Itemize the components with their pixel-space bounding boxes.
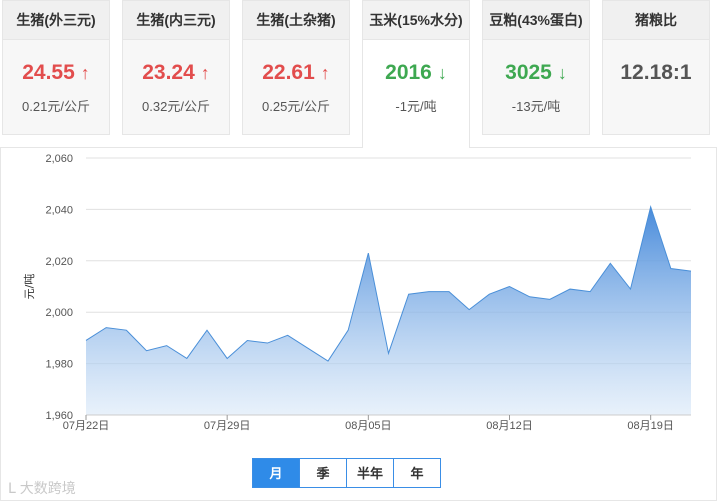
price-card-4[interactable]: 豆粕(43%蛋白) 3025 ↓ -13元/吨 bbox=[482, 0, 590, 135]
x-tick-label: 07月22日 bbox=[63, 420, 109, 432]
card-price: 22.61 ↑ bbox=[243, 61, 349, 85]
card-price: 23.24 ↑ bbox=[123, 61, 229, 85]
card-title: 猪粮比 bbox=[603, 1, 709, 40]
period-button-2[interactable]: 半年 bbox=[346, 458, 394, 488]
data-point bbox=[630, 288, 632, 290]
data-point bbox=[650, 206, 652, 208]
card-title: 玉米(15%水分) bbox=[363, 1, 469, 40]
arrow-down-icon: ↓ bbox=[557, 63, 567, 83]
data-point bbox=[488, 293, 490, 295]
data-point bbox=[549, 298, 551, 300]
data-point bbox=[428, 291, 430, 293]
card-price-value: 12.18:1 bbox=[620, 61, 692, 84]
data-point bbox=[690, 270, 692, 272]
data-point bbox=[267, 342, 269, 344]
data-point bbox=[327, 360, 329, 362]
card-price-value: 24.55 bbox=[22, 61, 75, 84]
card-change: 0.25元/公斤 bbox=[262, 99, 330, 114]
card-change: 0.32元/公斤 bbox=[142, 99, 210, 114]
card-price-value: 2016 bbox=[385, 61, 432, 84]
y-tick-label: 1,980 bbox=[45, 359, 73, 371]
data-point bbox=[206, 329, 208, 331]
data-point bbox=[367, 252, 369, 254]
card-price-value: 22.61 bbox=[262, 61, 315, 84]
arrow-up-icon: ↑ bbox=[200, 63, 210, 83]
data-point bbox=[670, 268, 672, 270]
card-change: 0.21元/公斤 bbox=[22, 99, 90, 114]
y-tick-label: 2,040 bbox=[45, 204, 73, 216]
data-point bbox=[509, 286, 511, 288]
data-point bbox=[146, 350, 148, 352]
y-axis-label: 元/吨 bbox=[23, 274, 36, 300]
data-point bbox=[246, 339, 248, 341]
period-button-0[interactable]: 月 bbox=[252, 458, 300, 488]
area-fill bbox=[86, 206, 691, 415]
data-point bbox=[307, 347, 309, 349]
price-chart: 1,9601,9802,0002,0202,0402,06007月22日 07月2… bbox=[23, 153, 692, 432]
price-card-5[interactable]: 猪粮比 12.18:1 bbox=[602, 0, 710, 135]
price-card-3[interactable]: 玉米(15%水分) 2016 ↓ -1元/吨 bbox=[362, 0, 470, 148]
data-point bbox=[408, 293, 410, 295]
x-tick-label: 08月19日 bbox=[627, 420, 673, 432]
data-point bbox=[448, 291, 450, 293]
card-title: 生猪(外三元) bbox=[3, 1, 109, 40]
period-button-1[interactable]: 季 bbox=[299, 458, 347, 488]
data-point bbox=[468, 309, 470, 311]
y-tick-label: 2,020 bbox=[45, 256, 73, 268]
data-point bbox=[166, 345, 168, 347]
data-point bbox=[388, 352, 390, 354]
data-point bbox=[105, 327, 107, 329]
card-title: 生猪(土杂猪) bbox=[243, 1, 349, 40]
chart-panel: 1,960 1,980 2,000 2,020 2,040 2,060 07月22日 07月2… bbox=[0, 147, 717, 501]
watermark: ᒪ 大数跨境 bbox=[8, 478, 76, 498]
x-tick-label: 08月05日 bbox=[345, 420, 391, 432]
arrow-down-icon: ↓ bbox=[437, 63, 447, 83]
card-price: 3025 ↓ bbox=[483, 61, 589, 85]
data-point bbox=[125, 329, 127, 331]
data-point bbox=[347, 329, 349, 331]
card-price: 2016 ↓ bbox=[363, 61, 469, 85]
x-tick-label: 08月12日 bbox=[486, 420, 532, 432]
price-card-1[interactable]: 生猪(内三元) 23.24 ↑ 0.32元/公斤 bbox=[122, 0, 230, 135]
data-point bbox=[569, 288, 571, 290]
card-price: 24.55 ↑ bbox=[3, 61, 109, 85]
y-tick-label: 2,000 bbox=[45, 307, 73, 319]
x-tick-label: 07月29日 bbox=[204, 420, 250, 432]
card-price-value: 3025 bbox=[505, 61, 552, 84]
card-change: -13元/吨 bbox=[511, 99, 561, 114]
y-tick-label: 2,060 bbox=[45, 153, 73, 165]
card-title: 生猪(内三元) bbox=[123, 1, 229, 40]
watermark-text: 大数跨境 bbox=[19, 480, 76, 496]
period-selector: 月季半年年 bbox=[252, 458, 441, 488]
watermark-logo-icon: ᒪ bbox=[8, 480, 16, 496]
period-button-3[interactable]: 年 bbox=[393, 458, 441, 488]
data-point bbox=[609, 262, 611, 264]
data-point bbox=[85, 339, 87, 341]
card-price: 12.18:1 bbox=[603, 61, 709, 85]
price-card-0[interactable]: 生猪(外三元) 24.55 ↑ 0.21元/公斤 bbox=[2, 0, 110, 135]
price-card-2[interactable]: 生猪(土杂猪) 22.61 ↑ 0.25元/公斤 bbox=[242, 0, 350, 135]
data-point bbox=[186, 357, 188, 359]
arrow-up-icon: ↑ bbox=[320, 63, 330, 83]
data-point bbox=[226, 357, 228, 359]
card-change: -1元/吨 bbox=[395, 99, 437, 114]
data-point bbox=[529, 296, 531, 298]
card-title: 豆粕(43%蛋白) bbox=[483, 1, 589, 40]
card-price-value: 23.24 bbox=[142, 61, 195, 84]
data-point bbox=[589, 291, 591, 293]
data-point bbox=[287, 334, 289, 336]
arrow-up-icon: ↑ bbox=[80, 63, 90, 83]
